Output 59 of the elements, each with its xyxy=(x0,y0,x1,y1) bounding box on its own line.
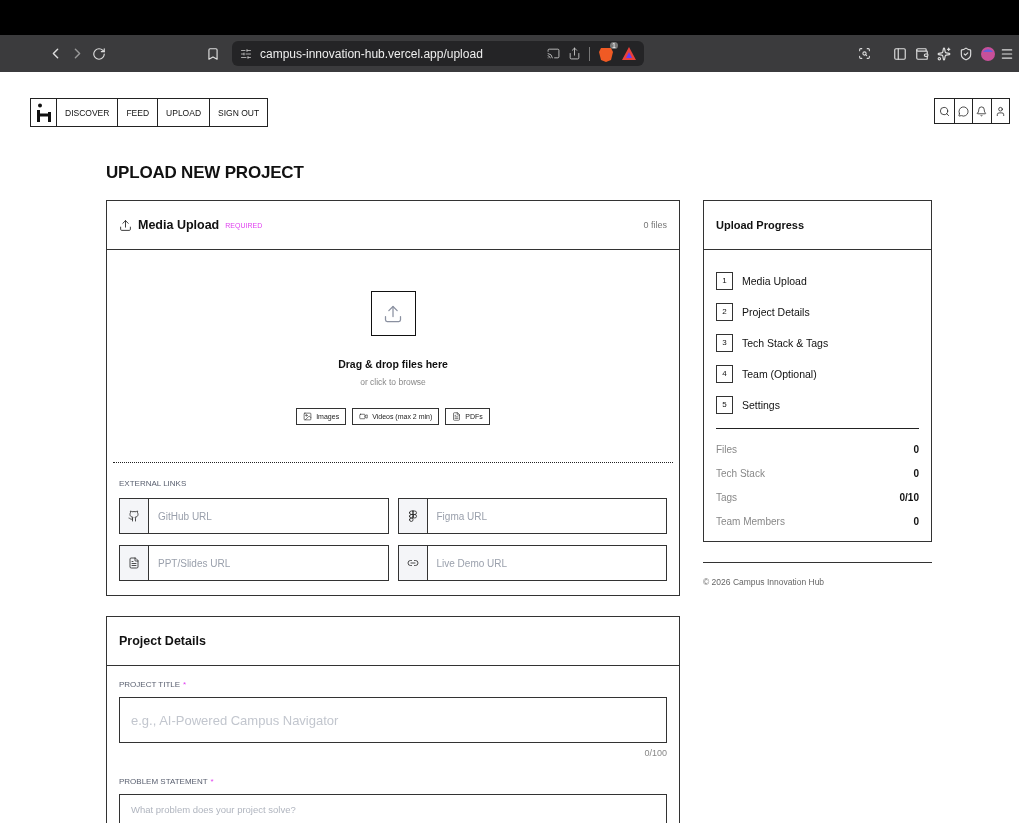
field-label: PROBLEM STATEMENT * xyxy=(119,777,215,786)
step-number: 1 xyxy=(716,271,733,290)
step-number: 5 xyxy=(716,395,733,414)
step-label: Team (Optional) xyxy=(742,367,817,380)
step-label: Tech Stack & Tags xyxy=(742,336,829,349)
url-field[interactable]: Figma URL xyxy=(397,498,667,534)
step-label: Project Details xyxy=(742,305,810,318)
drop-title: Drag & drop files here xyxy=(338,358,448,370)
character-counter: 0/100 xyxy=(643,748,667,758)
github-icon xyxy=(128,510,140,522)
stat-label: Tags xyxy=(716,491,738,503)
footer-text: © 2026 Campus Innovation Hub xyxy=(703,577,826,587)
search-icon xyxy=(938,105,950,117)
stat-value: 0 xyxy=(913,443,919,455)
upload-icon xyxy=(370,291,416,336)
input-field[interactable]: e.g., AI-Powered Campus Navigator xyxy=(119,697,667,743)
card-title: Upload Progress xyxy=(716,219,805,231)
field-label: PROJECT TITLE * xyxy=(119,680,188,689)
site-settings-icon[interactable] xyxy=(240,47,252,60)
stat-value: 0 xyxy=(913,467,919,479)
document-icon xyxy=(128,557,140,569)
step-label: Media Upload xyxy=(742,274,807,287)
upload-icon xyxy=(119,218,132,232)
profile-icon[interactable] xyxy=(981,46,995,61)
stat-label: Tech Stack xyxy=(716,467,765,479)
step-number: 3 xyxy=(716,333,733,352)
card-title: Project Details xyxy=(119,634,206,648)
nav-link[interactable]: FEED xyxy=(117,99,158,126)
nav-link[interactable]: UPLOAD xyxy=(157,99,210,126)
nav-link[interactable]: DISCOVER xyxy=(56,99,118,126)
link-icon xyxy=(406,557,419,569)
page-title: UPLOAD NEW PROJECT xyxy=(106,163,305,183)
url-text: campus-innovation-hub.vercel.app/upload xyxy=(260,46,484,61)
file-count: 0 files xyxy=(643,220,667,230)
document-icon xyxy=(452,412,462,421)
stat-value: 0/10 xyxy=(899,491,919,503)
notification-icon xyxy=(976,105,988,117)
text-area[interactable]: What problem does your project solve? xyxy=(119,794,667,823)
card-title: Media Upload xyxy=(138,218,220,232)
video-icon xyxy=(359,412,369,421)
stat-label: Team Members xyxy=(716,515,785,527)
url-field[interactable]: PPT/Slides URL xyxy=(119,545,389,581)
drop-hint: or click to browse xyxy=(360,377,426,387)
image-icon xyxy=(303,412,313,421)
triangle-icon[interactable] xyxy=(622,47,636,60)
step-number: 4 xyxy=(716,364,733,383)
url-field[interactable]: GitHub URL xyxy=(119,498,389,534)
step-label: Settings xyxy=(742,398,780,411)
chat-icon xyxy=(957,105,969,117)
stat-value: 0 xyxy=(913,515,919,527)
user-icon xyxy=(994,105,1006,117)
nav-link[interactable]: SIGN OUT xyxy=(209,99,268,126)
cast-icon[interactable] xyxy=(547,47,560,60)
figma-icon xyxy=(406,510,419,522)
share-icon[interactable] xyxy=(568,47,581,60)
section-label: EXTERNAL LINKS xyxy=(119,479,188,488)
step-number: 2 xyxy=(716,302,733,321)
url-field[interactable]: Live Demo URL xyxy=(397,545,667,581)
stat-label: Files xyxy=(716,443,738,455)
